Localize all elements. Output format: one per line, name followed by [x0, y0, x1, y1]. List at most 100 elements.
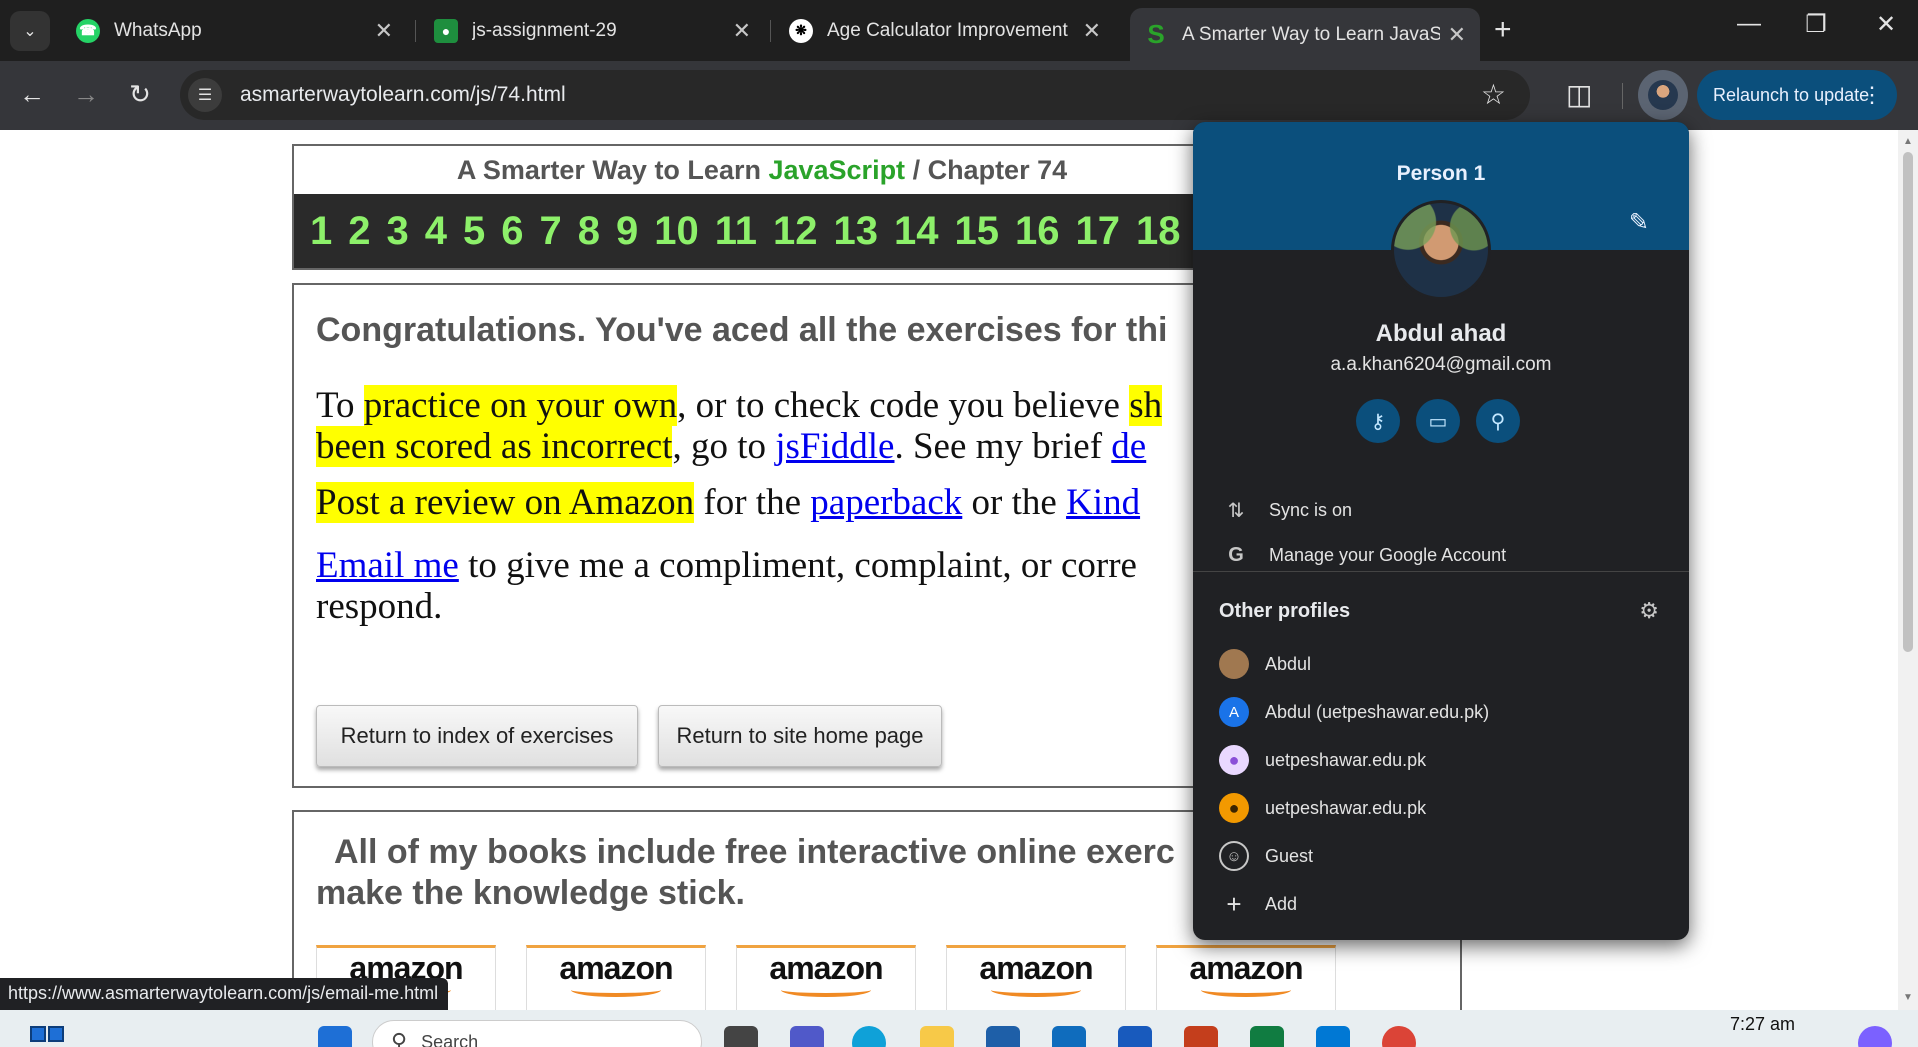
close-tab-icon[interactable]: ✕ — [1083, 18, 1101, 44]
edge-icon[interactable] — [852, 1026, 886, 1047]
copilot-icon[interactable] — [1858, 1026, 1892, 1047]
bookmark-star-icon[interactable]: ☆ — [1481, 78, 1506, 111]
chapter-link[interactable]: 3 — [387, 209, 409, 254]
site-info-icon[interactable]: ☰ — [188, 78, 222, 112]
chapter-link[interactable]: 2 — [348, 209, 370, 254]
close-window-icon[interactable]: ✕ — [1866, 10, 1906, 39]
person-icon: ● — [1219, 745, 1249, 775]
chapter-link[interactable]: 9 — [616, 209, 638, 254]
task-view-icon[interactable] — [724, 1026, 758, 1047]
sync-icon: ⇅ — [1227, 499, 1245, 522]
paperback-link[interactable]: paperback — [810, 482, 962, 523]
plus-icon: + — [1226, 888, 1242, 919]
chapter-link[interactable]: 1 — [310, 209, 332, 254]
return-home-button[interactable]: Return to site home page — [658, 705, 942, 767]
clock-time: 7:27 am — [1730, 1014, 1796, 1034]
profile-item-guest[interactable]: ☺ Guest — [1193, 834, 1689, 878]
powerpoint-icon[interactable] — [1184, 1026, 1218, 1047]
outlook-new-icon[interactable] — [1316, 1026, 1350, 1047]
scroll-up-icon[interactable]: ▲ — [1903, 136, 1913, 147]
manage-account-row[interactable]: G Manage your Google Account — [1193, 535, 1689, 575]
close-tab-icon[interactable]: ✕ — [733, 18, 751, 44]
outlook-icon[interactable] — [1052, 1026, 1086, 1047]
close-tab-icon[interactable]: ✕ — [1448, 22, 1466, 48]
profile-menu: Person 1 ✎ Abdul ahad a.a.khan6204@gmail… — [1193, 122, 1689, 940]
new-tab-icon[interactable]: + — [1494, 13, 1512, 47]
store-icon[interactable] — [986, 1026, 1020, 1047]
chapter-link[interactable]: 10 — [654, 209, 699, 254]
windows-taskbar: ⚲ Search 7:27 am — [0, 1010, 1918, 1047]
chatgpt-icon: ❋ — [789, 18, 813, 43]
asmarterway-icon: S — [1147, 19, 1165, 49]
tab-title: js-assignment-29 — [472, 19, 617, 41]
teams-icon[interactable] — [790, 1026, 824, 1047]
profile-item-uetpeshawar-2[interactable]: ● uetpeshawar.edu.pk — [1193, 786, 1689, 830]
tab-age-calculator[interactable]: ❋ Age Calculator Improvement ✕ — [775, 8, 1115, 53]
tab-whatsapp[interactable]: ☎ WhatsApp ✕ — [62, 8, 407, 53]
tab-js-assignment[interactable]: ● js-assignment-29 ✕ — [420, 8, 765, 53]
amazon-book-link[interactable]: amazon — [1156, 945, 1336, 1010]
more-vert-icon[interactable]: ⋮ — [1861, 82, 1883, 108]
profile-button[interactable] — [1638, 70, 1688, 120]
word-icon[interactable] — [1118, 1026, 1152, 1047]
back-icon[interactable]: ← — [14, 79, 50, 110]
close-tab-icon[interactable]: ✕ — [375, 18, 393, 44]
practice-paragraph: To practice on your own, or to check cod… — [316, 385, 1163, 467]
chrome-icon[interactable] — [1382, 1026, 1416, 1047]
restore-icon[interactable]: ❐ — [1796, 10, 1836, 39]
jsfiddle-link[interactable]: jsFiddle — [775, 426, 894, 467]
extensions-icon[interactable]: ◫ — [1566, 78, 1592, 111]
scrollbar-thumb[interactable] — [1903, 152, 1913, 652]
avatar — [1391, 200, 1491, 300]
chapter-link[interactable]: 5 — [463, 209, 485, 254]
chapter-link[interactable]: 4 — [425, 209, 447, 254]
chapter-link[interactable]: 16 — [1015, 209, 1060, 254]
gear-icon[interactable]: ⚙ — [1639, 598, 1659, 624]
email-me-link[interactable]: Email me — [316, 545, 459, 586]
chapter-link[interactable]: 17 — [1076, 209, 1121, 254]
tab-search-button[interactable]: ⌄ — [10, 11, 50, 51]
profile-item-uetpeshawar-1[interactable]: ● uetpeshawar.edu.pk — [1193, 738, 1689, 782]
add-profile-row[interactable]: + Add — [1193, 882, 1689, 926]
reload-icon[interactable]: ↻ — [122, 79, 158, 110]
chapter-link[interactable]: 12 — [773, 209, 818, 254]
return-index-button[interactable]: Return to index of exercises — [316, 705, 638, 767]
profile-item-abdul[interactable]: Abdul — [1193, 642, 1689, 686]
addresses-pin-icon[interactable]: ⚲ — [1476, 399, 1520, 443]
amazon-book-link[interactable]: amazon — [736, 945, 916, 1010]
payment-card-icon[interactable]: ▭ — [1416, 399, 1460, 443]
amazon-book-link[interactable]: amazon — [946, 945, 1126, 1010]
classroom-icon: ● — [434, 18, 458, 43]
demo-link[interactable]: de — [1111, 426, 1146, 467]
profile-name: Abdul ahad — [1375, 320, 1507, 347]
relaunch-button[interactable]: Relaunch to update ⋮ — [1697, 70, 1897, 120]
link-status-bar: https://www.asmarterwaytolearn.com/js/em… — [0, 978, 449, 1010]
chapter-link[interactable]: 11 — [715, 209, 757, 254]
excel-icon[interactable] — [1250, 1026, 1284, 1047]
chapter-link[interactable]: 8 — [578, 209, 600, 254]
page-scrollbar[interactable]: ▲ ▼ — [1898, 130, 1918, 1010]
chapter-link[interactable]: 13 — [834, 209, 879, 254]
amazon-book-link[interactable]: amazon — [526, 945, 706, 1010]
scroll-down-icon[interactable]: ▼ — [1903, 992, 1913, 1003]
chapter-link[interactable]: 7 — [540, 209, 562, 254]
chapter-link[interactable]: 14 — [894, 209, 939, 254]
chapter-link[interactable]: 15 — [955, 209, 1000, 254]
widgets-icon[interactable] — [318, 1026, 352, 1047]
profile-item-abdul-uet[interactable]: A Abdul (uetpeshawar.edu.pk) — [1193, 690, 1689, 734]
sync-status-row[interactable]: ⇅ Sync is on — [1193, 490, 1689, 530]
file-explorer-icon[interactable] — [920, 1026, 954, 1047]
forward-icon[interactable]: → — [68, 79, 104, 110]
tab-smarter-way[interactable]: S A Smarter Way to Learn JavaScr ✕ — [1130, 8, 1480, 61]
review-paragraph: Post a review on Amazon for the paperbac… — [316, 482, 1141, 523]
address-bar[interactable]: ☰ asmarterwaytolearn.com/js/74.html ☆ — [180, 70, 1530, 120]
chapter-link[interactable]: 18 — [1136, 209, 1181, 254]
edit-pencil-icon[interactable]: ✎ — [1629, 208, 1649, 237]
kindle-link[interactable]: Kind — [1066, 482, 1140, 523]
chapter-link[interactable]: 6 — [501, 209, 523, 254]
minimize-icon[interactable]: — — [1729, 10, 1769, 38]
congrats-heading: Congratulations. You've aced all the exe… — [316, 311, 1168, 349]
taskbar-search[interactable]: ⚲ Search — [372, 1020, 702, 1047]
passwords-key-icon[interactable]: ⚷ — [1356, 399, 1400, 443]
windows-start-icon[interactable] — [30, 1026, 66, 1047]
